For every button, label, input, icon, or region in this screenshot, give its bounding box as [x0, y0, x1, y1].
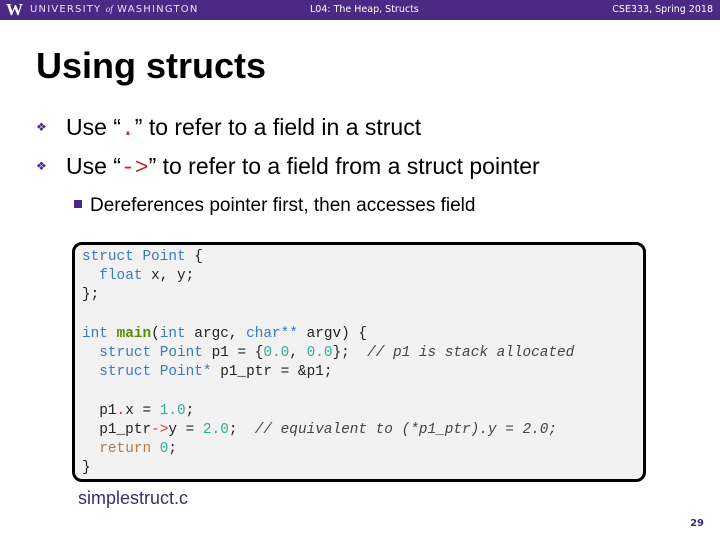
code-line: struct Point* p1_ptr = &p1; [99, 364, 333, 381]
code-line: float x, y; [99, 268, 195, 285]
header-bar: W UNIVERSITY of WASHINGTON L04: The Heap… [0, 0, 720, 20]
code-line: }; [82, 287, 100, 304]
code-line: p1.x = 1.0; [82, 402, 195, 419]
university-name: UNIVERSITY of WASHINGTON [30, 4, 199, 15]
source-filename: simplestruct.c [78, 488, 189, 508]
code-line: } [82, 460, 91, 477]
slide-title: Using structs [36, 45, 267, 86]
bullet-dot-operator: ❖ Use “.” to refer to a field in a struct [36, 114, 422, 142]
diamond-bullet-icon: ❖ [36, 119, 47, 134]
code-line: struct Point p1 = {0.0, 0.0}; // p1 is s… [99, 345, 575, 362]
code-line: p1_ptr->y = 2.0; // equivalent to (*p1_p… [82, 421, 558, 438]
uw-logo: W [6, 0, 23, 19]
course-label: CSE333, Spring 2018 [612, 4, 713, 15]
code-block: struct Point { float x, y; }; int main(i… [82, 248, 574, 478]
bullet-arrow-operator: ❖ Use “->” to refer to a field from a str… [36, 153, 540, 181]
code-line: int main(int argc, char** argv) { [82, 325, 368, 342]
code-line: return 0; [99, 441, 178, 458]
lecture-title: L04: The Heap, Structs [310, 4, 419, 15]
page-number: 29 [690, 518, 704, 529]
sub-bullet-dereference: Dereferences pointer first, then accesse… [74, 194, 475, 218]
code-line: struct Point { [82, 249, 203, 265]
diamond-bullet-icon: ❖ [36, 158, 47, 173]
square-bullet-icon [74, 200, 82, 208]
